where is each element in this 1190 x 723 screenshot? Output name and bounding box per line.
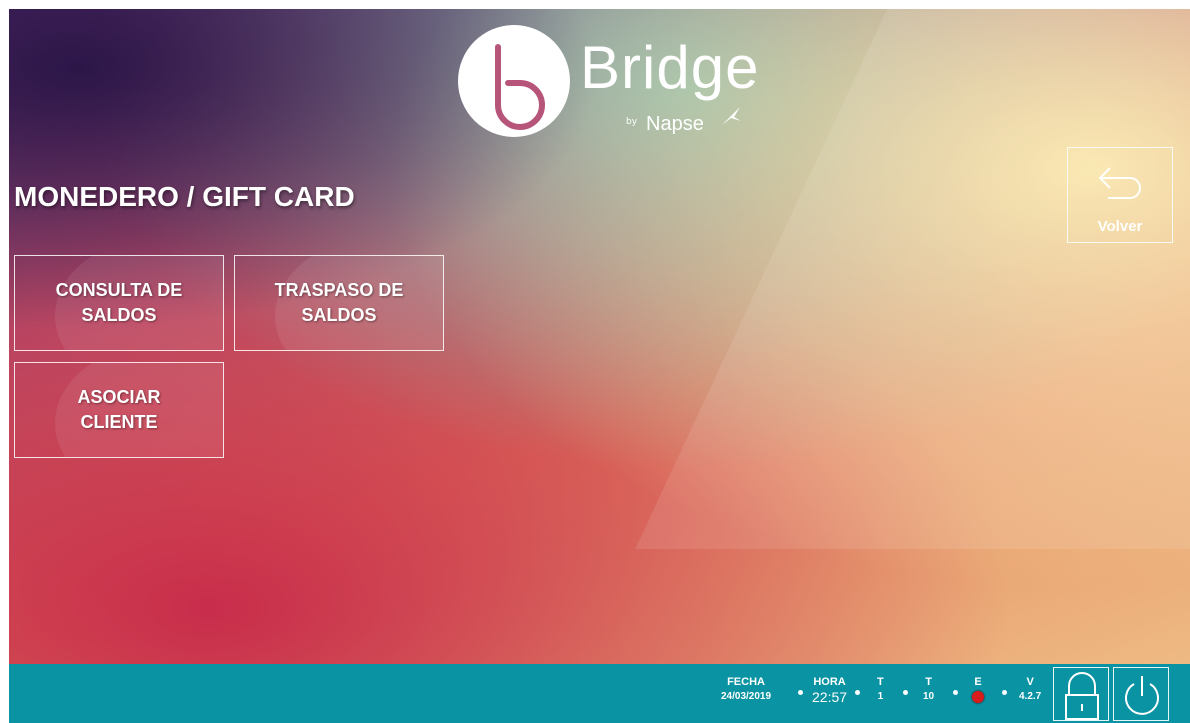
- t2-status: T 10: [923, 676, 934, 702]
- date-value: 24/03/2019: [721, 691, 772, 702]
- brand-by: by: [626, 117, 638, 127]
- time-value: 22:57: [812, 689, 848, 705]
- volver-button[interactable]: Volver: [1067, 147, 1173, 243]
- separator-dot: [855, 690, 860, 695]
- status-led-icon: [972, 691, 984, 703]
- main-screen: Bridge by Napse MONEDERO / GIFT CARD CON…: [9, 9, 1190, 723]
- separator-dot: [903, 690, 908, 695]
- asociar-cliente-label: ASOCIAR CLIENTE: [77, 387, 161, 432]
- bridge-logo-mark: [458, 25, 570, 137]
- t1-label: T: [877, 676, 884, 688]
- e-status: E: [972, 676, 984, 703]
- napse-star-icon: [722, 107, 741, 125]
- brand-company: Napse: [646, 113, 704, 135]
- version-label: V: [1026, 676, 1034, 688]
- lock-button[interactable]: [1053, 667, 1109, 721]
- status-bar: FECHA 24/03/2019 HORA 22:57 T 1 T 10 E V…: [9, 664, 1190, 723]
- consulta-saldos-label: CONSULTA DE SALDOS: [55, 280, 183, 325]
- return-arrow-icon: [1098, 167, 1141, 199]
- consulta-saldos-button[interactable]: CONSULTA DE SALDOS: [14, 255, 224, 351]
- t1-value: 1: [877, 691, 884, 702]
- brand-name: Bridge: [580, 34, 760, 101]
- lock-icon: [1065, 672, 1099, 720]
- date-status: FECHA 24/03/2019: [721, 676, 771, 702]
- separator-dot: [798, 690, 803, 695]
- separator-dot: [953, 690, 958, 695]
- date-label: FECHA: [727, 676, 765, 688]
- time-label: HORA: [813, 676, 846, 688]
- t2-value: 10: [923, 691, 935, 702]
- separator-dot: [1002, 690, 1007, 695]
- bridge-logo: Bridge by Napse: [458, 25, 758, 145]
- volver-label: Volver: [1097, 218, 1143, 235]
- traspaso-saldos-label: TRASPASO DE SALDOS: [274, 280, 404, 325]
- page-title: MONEDERO / GIFT CARD: [14, 181, 355, 212]
- t1-status: T 1: [877, 676, 884, 702]
- traspaso-saldos-button[interactable]: TRASPASO DE SALDOS: [234, 255, 444, 351]
- power-icon: [1125, 676, 1159, 715]
- power-button[interactable]: [1113, 667, 1169, 721]
- version-value: 4.2.7: [1019, 691, 1042, 702]
- e-label: E: [974, 676, 982, 688]
- t2-label: T: [925, 676, 932, 688]
- time-status: HORA 22:57: [812, 676, 847, 705]
- asociar-cliente-button[interactable]: ASOCIAR CLIENTE: [14, 362, 224, 458]
- version-status: V 4.2.7: [1019, 676, 1041, 702]
